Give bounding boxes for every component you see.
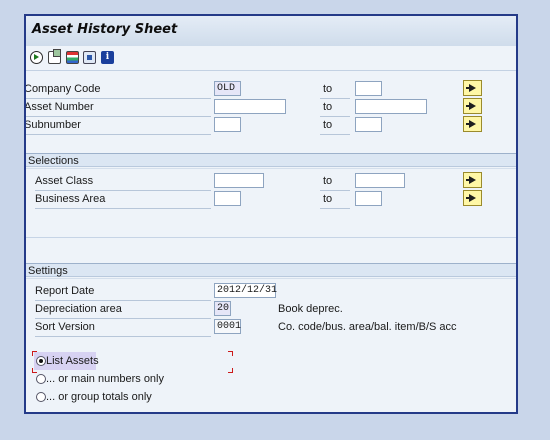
focus-corner [32,351,37,356]
company-code-to-input[interactable] [355,81,382,96]
label-underline [320,190,350,191]
focus-corner [228,368,233,373]
label-underline [35,336,211,337]
asset-class-label: Asset Class [35,175,94,187]
focus-corner [228,351,233,356]
asset-number-from-input[interactable] [214,99,286,114]
label-underline [35,300,211,301]
block-divider [26,237,516,238]
multiple-selection-button[interactable] [463,172,482,188]
label-underline [26,98,211,99]
asset-class-from-input[interactable] [214,173,264,188]
subnumber-from-input[interactable] [214,117,241,132]
selection-options-icon[interactable] [66,51,79,64]
report-window: Asset History Sheet i Company Code OLD t… [24,14,518,414]
application-toolbar: i [26,46,516,71]
label-underline [35,190,211,191]
business-area-from-input[interactable] [214,191,241,206]
business-area-label: Business Area [35,193,106,205]
depreciation-area-input[interactable]: 20 [214,301,231,316]
sort-version-label: Sort Version [35,321,95,333]
multiple-selection-button[interactable] [463,80,482,96]
depreciation-area-description: Book deprec. [278,303,343,315]
main-numbers-only-label[interactable]: ... or main numbers only [46,373,164,385]
output-options-group: List Assets ... or main numbers only ...… [26,351,516,411]
selections-header: Selections [26,153,516,167]
to-label: to [323,119,333,131]
main-selection-block: Company Code OLD to Asset Number to Subn… [26,71,516,161]
group-totals-only-label[interactable]: ... or group totals only [46,391,152,403]
business-area-to-input[interactable] [355,191,382,206]
to-label: to [323,193,333,205]
report-date-input[interactable]: 2012/12/31 [214,283,277,298]
settings-header: Settings [26,263,516,277]
settings-block: Report Date 2012/12/31 Depreciation area… [26,278,516,344]
depreciation-area-label: Depreciation area [35,303,122,315]
dynamic-selections-icon[interactable] [83,51,96,64]
report-date-label: Report Date [35,285,95,297]
subnumber-to-input[interactable] [355,117,382,132]
list-assets-label[interactable]: List Assets [46,355,99,367]
info-icon[interactable]: i [101,51,114,64]
label-underline [35,318,211,319]
label-underline [320,134,350,135]
sort-version-description: Co. code/bus. area/bal. item/B/S acc [278,321,457,333]
company-code-from-input[interactable]: OLD [214,81,241,96]
get-variant-icon[interactable] [48,49,61,64]
label-underline [26,134,211,135]
sort-version-input[interactable]: 0001 [214,319,241,334]
focus-corner [32,368,37,373]
execute-icon[interactable] [30,51,43,64]
to-label: to [323,83,333,95]
subnumber-label: Subnumber [24,119,81,131]
label-underline [320,98,350,99]
multiple-selection-button[interactable] [463,190,482,206]
multiple-selection-button[interactable] [463,98,482,114]
company-code-label: Company Code [24,83,101,95]
asset-number-label: Asset Number [24,101,94,113]
multiple-selection-button[interactable] [463,116,482,132]
group-totals-only-radio[interactable] [36,392,46,402]
selections-block: Asset Class to Business Area to [26,168,516,239]
list-assets-radio[interactable] [36,356,46,366]
to-label: to [323,101,333,113]
main-numbers-only-radio[interactable] [36,374,46,384]
to-label: to [323,175,333,187]
label-underline [320,208,350,209]
label-underline [26,116,211,117]
title-bar: Asset History Sheet [26,16,516,47]
label-underline [320,116,350,117]
asset-class-to-input[interactable] [355,173,405,188]
asset-number-to-input[interactable] [355,99,427,114]
label-underline [35,208,211,209]
window-title: Asset History Sheet [32,22,178,37]
